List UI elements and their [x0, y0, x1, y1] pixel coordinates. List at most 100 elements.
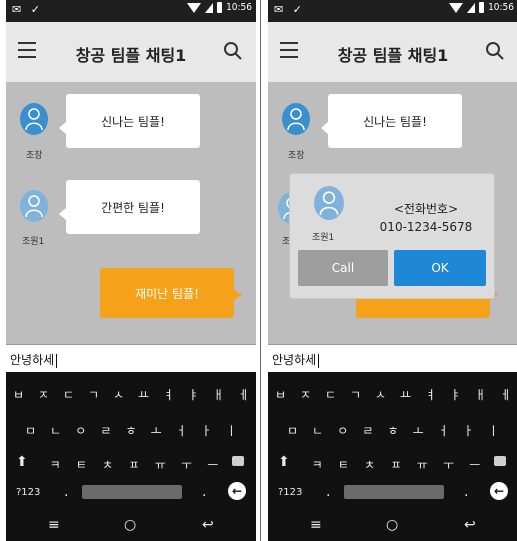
signal-icon: [467, 2, 476, 13]
key[interactable]: ㅑ: [447, 386, 465, 403]
avatar-icon[interactable]: [20, 190, 48, 222]
key[interactable]: ㅅ: [372, 386, 390, 403]
key[interactable]: ㅕ: [160, 386, 178, 403]
key[interactable]: ㅠ: [151, 456, 169, 473]
key[interactable]: ㅅ: [110, 386, 128, 403]
key[interactable]: ㅌ: [72, 456, 90, 473]
phone-screen-left: ✉ ✓ 10:56 창공 팀플 채팅1 조장 신나는 팀플! 조원1 간편한 팀…: [6, 0, 256, 541]
text-caret: [56, 353, 58, 368]
message-bubble: 신나는 팀플!: [59, 94, 200, 148]
key[interactable]: ㅍ: [387, 456, 405, 473]
my-message-bubble: 재미난 팀플!: [100, 268, 242, 318]
key[interactable]: ㄹ: [359, 422, 377, 439]
avatar-icon: [314, 186, 344, 220]
key[interactable]: ㅑ: [185, 386, 203, 403]
key[interactable]: ㅓ: [434, 422, 452, 439]
key[interactable]: ㅛ: [135, 386, 153, 403]
search-icon[interactable]: [484, 40, 506, 62]
key[interactable]: ㅂ: [10, 386, 28, 403]
dialog-user-name: 조원1: [312, 233, 335, 243]
avatar-icon[interactable]: [282, 103, 310, 135]
key[interactable]: ㅜ: [440, 456, 458, 473]
message-input[interactable]: 안녕하세: [268, 344, 517, 373]
enter-icon[interactable]: ←: [490, 482, 508, 500]
key[interactable]: ㅜ: [178, 456, 196, 473]
key[interactable]: ㅔ: [235, 386, 253, 403]
key[interactable]: ㅗ: [147, 422, 165, 439]
input-value: 안녕하세: [10, 353, 55, 367]
status-time: 10:56: [226, 2, 252, 13]
back-nav-icon[interactable]: ↩: [464, 517, 476, 533]
key[interactable]: ㅣ: [222, 422, 240, 439]
key[interactable]: ㅂ: [272, 386, 290, 403]
chat-title: 창공 팀플 채팅1: [75, 46, 187, 65]
message-input[interactable]: 안녕하세: [6, 344, 256, 373]
wifi-icon: [449, 2, 464, 13]
call-button[interactable]: Call: [298, 250, 388, 286]
period-key[interactable]: .: [464, 484, 468, 500]
key[interactable]: ㅇ: [334, 422, 352, 439]
key[interactable]: ㅛ: [397, 386, 415, 403]
numbers-key[interactable]: ?123: [16, 487, 40, 498]
sender-name: 조원1: [22, 237, 45, 247]
ok-button[interactable]: OK: [394, 250, 486, 286]
numbers-key[interactable]: ?123: [278, 487, 302, 498]
key[interactable]: ㅋ: [308, 456, 326, 473]
comma-key[interactable]: .: [326, 484, 330, 500]
chat-area: 조장 신나는 팀플! 조원1 간편한 팀플! 재미난 팀플!: [6, 82, 256, 344]
avatar-icon[interactable]: [20, 103, 48, 135]
home-nav-icon[interactable]: ○: [124, 517, 136, 533]
back-nav-icon[interactable]: ↩: [202, 517, 214, 533]
key[interactable]: ㅐ: [210, 386, 228, 403]
key[interactable]: ㅓ: [172, 422, 190, 439]
period-key[interactable]: .: [202, 484, 206, 500]
key[interactable]: ㅇ: [72, 422, 90, 439]
menu-nav-icon[interactable]: ≡: [310, 517, 322, 533]
key[interactable]: ㅁ: [22, 422, 40, 439]
backspace-icon[interactable]: [232, 456, 244, 466]
sender-name: 조장: [26, 151, 43, 161]
key[interactable]: ㅐ: [472, 386, 490, 403]
comma-key[interactable]: .: [64, 484, 68, 500]
status-bar: ✉ ✓ 10:56: [268, 0, 517, 22]
notification-icons: ✉ ✓: [12, 3, 43, 16]
key[interactable]: ㄷ: [60, 386, 78, 403]
space-key[interactable]: [344, 485, 444, 499]
key[interactable]: ㅏ: [197, 422, 215, 439]
key[interactable]: ㅍ: [125, 456, 143, 473]
wifi-icon: [187, 2, 202, 13]
key[interactable]: ㅊ: [99, 456, 117, 473]
key[interactable]: ㅌ: [334, 456, 352, 473]
key[interactable]: ㅡ: [204, 456, 222, 473]
space-key[interactable]: [82, 485, 182, 499]
key[interactable]: ㅗ: [409, 422, 427, 439]
input-value: 안녕하세: [272, 353, 317, 367]
enter-icon[interactable]: ←: [228, 482, 246, 500]
key[interactable]: ㅣ: [484, 422, 502, 439]
search-icon[interactable]: [222, 40, 244, 62]
key[interactable]: ㄷ: [322, 386, 340, 403]
key[interactable]: ㅈ: [35, 386, 53, 403]
key[interactable]: ㅎ: [384, 422, 402, 439]
key[interactable]: ㅈ: [297, 386, 315, 403]
key[interactable]: ㅊ: [361, 456, 379, 473]
key[interactable]: ㄱ: [347, 386, 365, 403]
key[interactable]: ㅔ: [497, 386, 515, 403]
battery-icon: [217, 2, 223, 13]
key[interactable]: ㄴ: [47, 422, 65, 439]
key[interactable]: ㄱ: [85, 386, 103, 403]
key[interactable]: ㄹ: [97, 422, 115, 439]
key[interactable]: ㅏ: [459, 422, 477, 439]
key[interactable]: ㄴ: [309, 422, 327, 439]
home-nav-icon[interactable]: ○: [386, 517, 398, 533]
key[interactable]: ㅠ: [413, 456, 431, 473]
key[interactable]: ㅡ: [466, 456, 484, 473]
key[interactable]: ㅕ: [422, 386, 440, 403]
keyboard-row-3: ㅋ ㅌ ㅊ ㅍ ㅠ ㅜ ㅡ: [6, 456, 256, 473]
key[interactable]: ㅋ: [46, 456, 64, 473]
backspace-icon[interactable]: [494, 456, 506, 466]
key[interactable]: ㅁ: [284, 422, 302, 439]
menu-nav-icon[interactable]: ≡: [48, 517, 60, 533]
navigation-bar: ≡ ○ ↩: [6, 513, 256, 541]
key[interactable]: ㅎ: [122, 422, 140, 439]
